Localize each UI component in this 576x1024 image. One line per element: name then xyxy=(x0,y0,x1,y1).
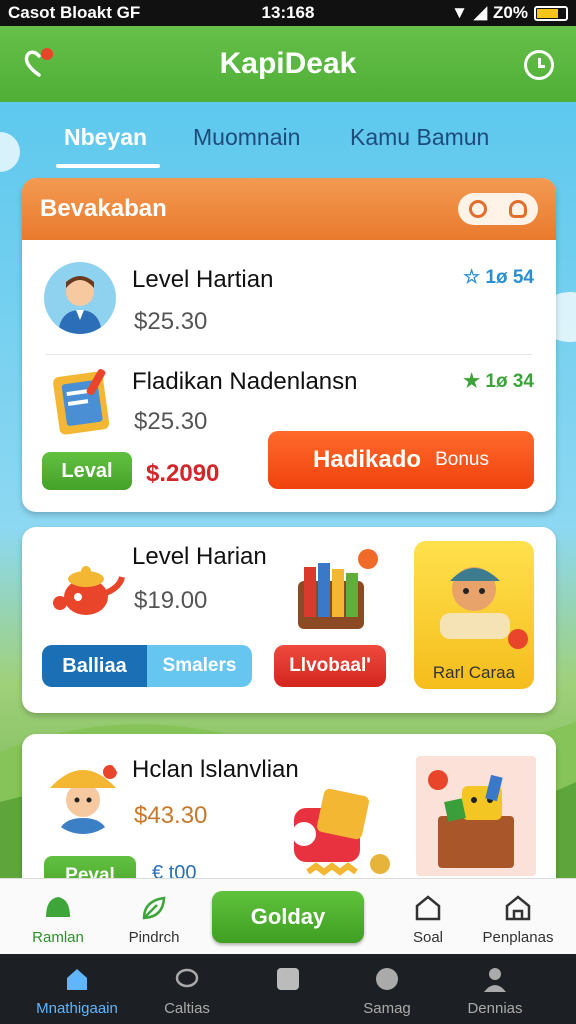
book-icon xyxy=(52,366,116,436)
llvobaal-button[interactable]: Llvobaal' xyxy=(274,645,386,687)
home-icon xyxy=(67,969,87,990)
nav-soal[interactable]: Soal xyxy=(378,879,478,955)
card-header: Bevakaban xyxy=(22,178,556,240)
active-tab-indicator xyxy=(56,164,160,168)
offers-card: Bevakaban Level Hartian $25.30 ☆ 1ø 54 F… xyxy=(22,178,556,512)
leaf-icon xyxy=(46,897,70,917)
level-button[interactable]: Leval xyxy=(42,452,132,490)
reward-tile-label: Rarl Caraa xyxy=(432,663,516,682)
search-icon[interactable] xyxy=(469,200,487,218)
promo-price: $.2090 xyxy=(146,460,220,487)
row-rating: ★ 1ø 34 xyxy=(463,371,534,392)
tab-muomnain[interactable]: Muomnain xyxy=(193,124,300,151)
square-icon xyxy=(277,968,299,990)
bonus-button-sub: Bonus xyxy=(435,449,489,470)
boy-avatar xyxy=(44,262,116,334)
header-actions xyxy=(458,193,538,225)
tab-nbeyan[interactable]: Nbeyan xyxy=(64,124,147,151)
heart-check-icon[interactable] xyxy=(22,46,56,80)
person-icon xyxy=(484,968,506,992)
card-header-title: Bevakaban xyxy=(40,195,167,222)
leaf-outline-icon xyxy=(142,896,166,920)
farmer-avatar xyxy=(44,752,122,834)
nav-ramlan[interactable]: Ramlan xyxy=(8,879,108,955)
app-bar: KapiDeak xyxy=(0,26,576,102)
battery-percent: Z0% xyxy=(493,3,528,22)
shield-icon xyxy=(376,968,398,990)
row-title: Level Hartian xyxy=(132,266,274,293)
row-price: $43.30 xyxy=(134,802,208,829)
row-price: $19.00 xyxy=(134,587,208,614)
sysnav-square[interactable] xyxy=(233,954,343,1024)
balliaa-button[interactable]: Balliaa Smalers xyxy=(42,645,252,687)
row-title: Level Harian xyxy=(132,543,267,570)
balliaa-button-right: Smalers xyxy=(147,645,252,687)
house-icon xyxy=(505,895,531,921)
bottom-nav: Ramlan Pindrch Golday Soal Penplanas xyxy=(0,878,576,954)
battery-icon xyxy=(534,5,568,21)
golday-button[interactable]: Golday xyxy=(212,891,364,943)
wifi-icon: ▼ xyxy=(451,3,468,22)
divider xyxy=(46,354,532,355)
row-title: Fladikan Nadenlansn xyxy=(132,368,358,395)
tab-bar: Nbeyan Muomnain Kamu Bamun xyxy=(0,112,576,168)
sysnav-caltias[interactable]: Caltias xyxy=(132,954,242,1024)
carrier-text: Casot Bloakt GF xyxy=(8,3,141,22)
teapot-icon xyxy=(46,551,126,621)
balliaa-button-left: Balliaa xyxy=(42,645,147,687)
sysnav-mnathigaain[interactable]: Mnathigaain xyxy=(22,954,132,1024)
status-bar: Casot Bloakt GF 13:168 ▼ ◢ Z0% xyxy=(0,0,576,26)
sysnav-dennias[interactable]: Dennias xyxy=(440,954,550,1024)
hand-gift-icon xyxy=(274,778,394,886)
nav-penplanas[interactable]: Penplanas xyxy=(468,879,568,955)
nav-pindrch[interactable]: Pindrch xyxy=(104,879,204,955)
app-title: KapiDeak xyxy=(219,47,357,80)
row-price: $25.30 xyxy=(134,408,208,435)
level-card: Level Harian $19.00 Rarl Caraa Balliaa S… xyxy=(22,527,556,713)
books-chest-icon xyxy=(290,547,380,639)
clock-icon[interactable] xyxy=(524,50,554,80)
user-icon[interactable] xyxy=(509,200,527,218)
sysnav-samag[interactable]: Samag xyxy=(332,954,442,1024)
row-price: $25.30 xyxy=(134,308,208,335)
bonus-card: Hclan lslanvlian $43.30 Peval € t00 xyxy=(22,734,556,894)
bonus-button[interactable]: Hadikado Bonus xyxy=(268,431,534,489)
reward-tile[interactable]: Rarl Caraa xyxy=(414,541,534,689)
chat-icon xyxy=(175,968,199,988)
row-rating: ☆ 1ø 54 xyxy=(463,267,534,288)
signal-icon: ◢ xyxy=(473,3,488,22)
status-icons: ▼ ◢ Z0% xyxy=(451,3,568,23)
bonus-button-main: Hadikado xyxy=(313,446,422,473)
treasure-box-icon xyxy=(416,756,536,876)
system-nav: Mnathigaain Caltias Samag Dennias xyxy=(0,954,576,1024)
home-icon xyxy=(415,895,441,921)
tab-kamu-bamun[interactable]: Kamu Bamun xyxy=(350,124,489,151)
